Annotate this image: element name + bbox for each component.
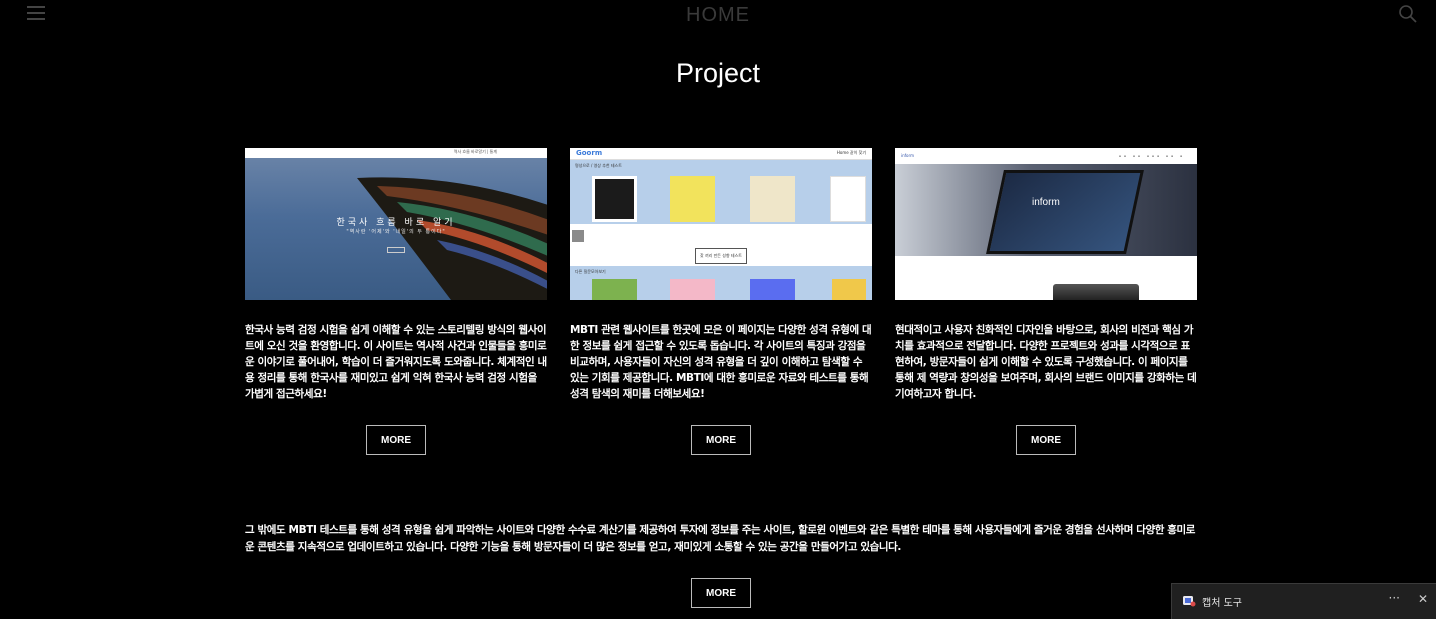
book-thumbnail: [830, 176, 866, 222]
close-icon[interactable]: ✕: [1418, 592, 1428, 606]
more-button[interactable]: MORE: [691, 425, 751, 455]
thumbnail-band-label: 명성으로 / 영상 추천 테스트: [575, 163, 622, 168]
search-icon[interactable]: [1398, 4, 1418, 24]
project-card-history: 역사 흐름 바로알기 | 통계 한국사 흐름 바로 알기 "역사란 '어제'와 …: [245, 148, 547, 455]
tile-thumbnail: [750, 279, 795, 300]
thumbnail-avatar: [572, 230, 584, 242]
more-options-icon[interactable]: ···: [1389, 591, 1400, 605]
tile-thumbnail: [832, 279, 866, 300]
book-thumbnail: [592, 176, 637, 222]
thumbnail-logo: Goorm: [576, 149, 603, 157]
project-description: 현대적이고 사용자 친화적인 디자인을 바탕으로, 회사의 비전과 핵심 가치를…: [895, 324, 1197, 400]
page: HOME Project 역사 흐름 바로알기 | 통계 한국사 흐름 바로 알…: [0, 0, 1436, 619]
tablet-illustration: [986, 170, 1144, 254]
thumbnail-header: inform ▪▪ ▪▪ ▪▪▪ ▪▪ ▪: [895, 148, 1197, 164]
extra-description: 그 밖에도 MBTI 테스트를 통해 성격 유형을 쉽게 파악하는 사이트와 다…: [245, 524, 1196, 553]
project-thumbnail-inform[interactable]: inform ▪▪ ▪▪ ▪▪▪ ▪▪ ▪ inform: [895, 148, 1197, 300]
snipping-tool-icon: [1183, 596, 1196, 607]
tile-thumbnail: [670, 279, 715, 300]
device-illustration: [1053, 284, 1139, 300]
thumbnail-header: Goorm Home 같이 찾기: [570, 148, 872, 160]
thumbnail-topbar: 역사 흐름 바로알기 | 통계: [245, 148, 547, 158]
project-description: MBTI 관련 웹사이트를 한곳에 모은 이 페이지는 다양한 성격 유형에 대…: [570, 324, 872, 400]
thumbnail-nav: ▪▪ ▪▪ ▪▪▪ ▪▪ ▪: [1118, 154, 1185, 158]
thumbnail-subtitle: "역사란 '어제'와 '내일'의 두 통이다": [346, 229, 446, 235]
book-thumbnail: [750, 176, 795, 222]
thumbnail-title: 한국사 흐름 바로 알기: [336, 218, 456, 228]
book-thumbnail: [670, 176, 715, 222]
project-card-mbti: Goorm Home 같이 찾기 명성으로 / 영상 추천 테스트 찾 끼리 만…: [570, 148, 872, 455]
project-description: 한국사 능력 검정 시험을 쉽게 이해할 수 있는 스토리텔링 방식의 웹사이트…: [245, 324, 547, 400]
project-thumbnail-history[interactable]: 역사 흐름 바로알기 | 통계 한국사 흐름 바로 알기 "역사란 '어제'와 …: [245, 148, 547, 300]
thumbnail-button: [387, 247, 405, 253]
snipping-tool-label: 캡처 도구: [1202, 598, 1242, 609]
thumbnail-band-label: 다른 질문모아보기: [575, 269, 606, 274]
tile-thumbnail: [592, 279, 637, 300]
thumbnail-logo: inform: [901, 153, 914, 158]
more-button[interactable]: MORE: [1016, 425, 1076, 455]
thumbnail-hero-text: inform: [1032, 197, 1060, 208]
section-title: Project: [675, 58, 761, 88]
more-button[interactable]: MORE: [691, 578, 751, 608]
snipping-tool-popup[interactable]: 캡처 도구 ··· ✕: [1171, 583, 1436, 619]
top-nav: HOME: [0, 0, 1436, 30]
thumbnail-row-button: 찾 끼리 만든 성향 테스트: [695, 248, 747, 264]
project-thumbnail-mbti[interactable]: Goorm Home 같이 찾기 명성으로 / 영상 추천 테스트 찾 끼리 만…: [570, 148, 872, 300]
more-button[interactable]: MORE: [366, 425, 426, 455]
project-card-inform: inform ▪▪ ▪▪ ▪▪▪ ▪▪ ▪ inform 현대적이고 사용자 친…: [895, 148, 1197, 455]
thumbnail-nav: Home 같이 찾기: [836, 150, 866, 155]
thumbnail-topbar-text: 역사 흐름 바로알기 | 통계: [453, 149, 497, 154]
home-title[interactable]: HOME: [0, 4, 1436, 27]
